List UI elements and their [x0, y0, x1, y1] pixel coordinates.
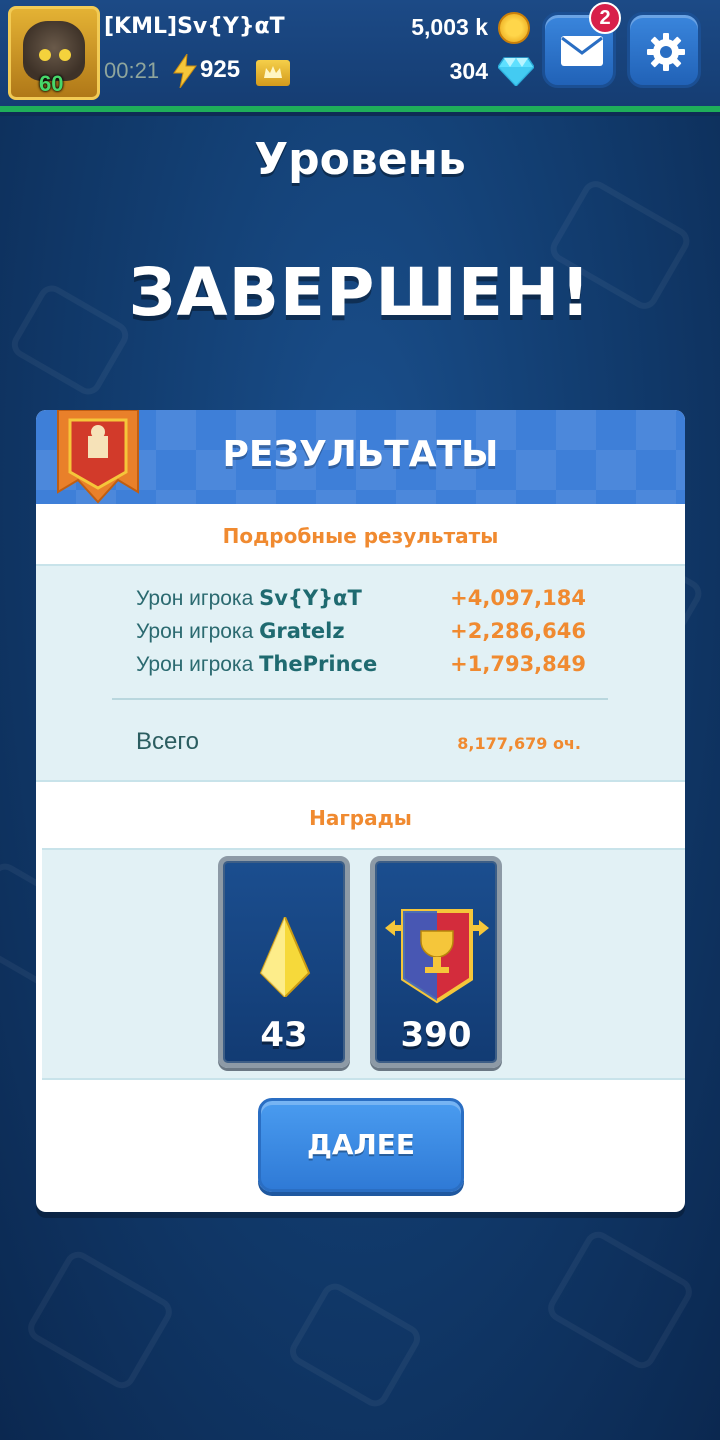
lightning-bolt-icon — [173, 54, 197, 88]
damage-row: Урон игрока ThePrince +1,793,849 — [136, 652, 586, 684]
damage-value: +1,793,849 — [450, 652, 586, 676]
trophy-banner-icon — [385, 909, 489, 1004]
reward-card-trophy[interactable]: 390 — [370, 856, 502, 1068]
rewards-section-title: Награды — [309, 806, 412, 830]
envelope-icon — [561, 36, 603, 66]
results-panel: РЕЗУЛЬТАТЫ Подробные результаты Урон игр… — [36, 410, 685, 1212]
total-label: Всего — [136, 728, 199, 755]
damage-row: Урон игрока Gratelz +2,286,646 — [136, 619, 586, 651]
reward-value: 390 — [400, 1015, 472, 1055]
player-avatar[interactable]: 60 — [8, 6, 100, 100]
rewards-list: 43 390 — [42, 848, 685, 1080]
damage-label: Урон игрока Gratelz — [136, 619, 345, 643]
damage-label: Урон игрока ThePrince — [136, 652, 378, 676]
mail-unread-badge: 2 — [589, 2, 621, 34]
guild-banner-icon — [57, 410, 139, 504]
player-level: 60 — [39, 71, 64, 96]
reward-value: 43 — [260, 1015, 308, 1055]
total-value: 8,177,679 оч. — [457, 734, 581, 753]
next-button[interactable]: ДАЛЕЕ — [258, 1098, 464, 1192]
damage-row: Урон игрока Sv{Y}αT +4,097,184 — [136, 586, 586, 618]
player-name: [KML]Sv{Y}αT — [104, 14, 285, 39]
diamond-icon — [498, 57, 534, 86]
level-complete-title: ЗАВЕРШЕН! — [128, 254, 592, 331]
gem-amount: 304 — [449, 58, 488, 84]
gold-coin-icon — [498, 12, 530, 44]
crown-chest-icon[interactable] — [256, 60, 290, 86]
top-bar: 60 [KML]Sv{Y}αT 00:21 925 5,003 k 304 2 — [0, 0, 720, 116]
damage-value: +4,097,184 — [450, 586, 586, 610]
damage-label: Урон игрока Sv{Y}αT — [136, 586, 362, 610]
energy-count: 925 — [200, 56, 241, 83]
details-section-title: Подробные результаты — [222, 524, 499, 548]
crystal-icon — [259, 917, 311, 997]
reward-card-crystal[interactable]: 43 — [218, 856, 350, 1068]
settings-button[interactable] — [627, 12, 701, 88]
stats-divider — [112, 698, 608, 700]
energy-timer: 00:21 — [104, 58, 160, 83]
gear-icon — [647, 33, 685, 71]
gold-amount: 5,003 k — [411, 14, 488, 40]
damage-value: +2,286,646 — [450, 619, 586, 643]
damage-stats: Урон игрока Sv{Y}αT +4,097,184 Урон игро… — [36, 564, 685, 782]
level-title: Уровень — [254, 134, 466, 185]
